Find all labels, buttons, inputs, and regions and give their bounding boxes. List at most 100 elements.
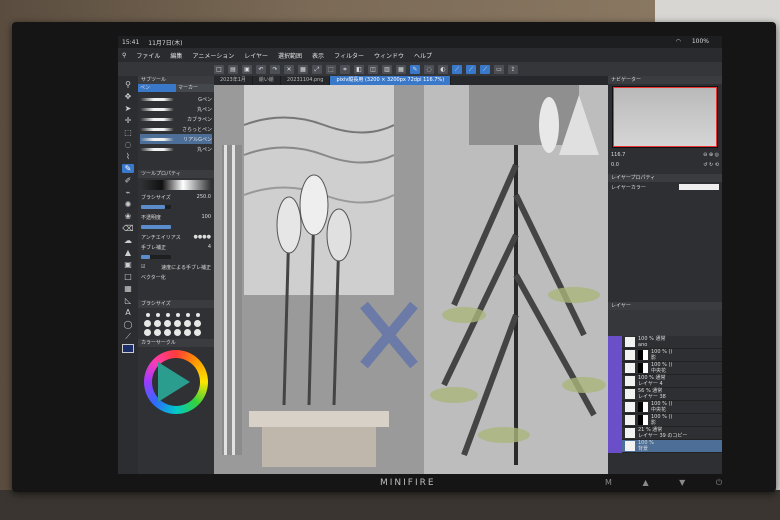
main-color-swatch[interactable] (122, 344, 134, 353)
redo-icon[interactable]: ↷ (270, 64, 280, 74)
navigator-zoom-row[interactable]: 116.7 ⊖ ⊕ ◎ (608, 150, 722, 160)
brush-item[interactable]: 丸ペン (140, 144, 212, 154)
stabilize-row[interactable]: 手ブレ補正 4 (138, 242, 214, 252)
size-preset[interactable] (175, 312, 180, 317)
correct-line-tool-icon[interactable]: ⟋ (122, 332, 134, 341)
color-mode-icon[interactable]: ◐ (438, 64, 448, 74)
antialias-row[interactable]: アンチエイリアス ●●●● (138, 232, 214, 242)
doc-tab[interactable]: 20231104.png (281, 76, 331, 85)
fill-icon[interactable]: ▦ (298, 64, 308, 74)
panel-toggle-icon[interactable]: ▭ (494, 64, 504, 74)
menu-help[interactable]: ヘルプ (414, 51, 432, 60)
brush-size-slider[interactable] (141, 205, 171, 209)
brush-size-slider-row[interactable] (138, 202, 214, 212)
opacity-slider[interactable] (141, 225, 171, 229)
layer-visibility[interactable] (608, 413, 622, 427)
stabilize-slider-row[interactable] (138, 252, 214, 262)
size-preset[interactable] (195, 312, 200, 317)
speed-stabilize-checkbox[interactable]: ☑ (141, 264, 145, 270)
size-preset[interactable] (184, 320, 191, 327)
size-preset[interactable] (184, 329, 191, 336)
size-preset[interactable] (155, 312, 160, 317)
frame-tool-icon[interactable]: ▦ (122, 284, 134, 293)
layer-row[interactable]: 56 % 通常 レイヤー 38 (608, 387, 722, 401)
menu-view[interactable]: 表示 (312, 51, 324, 60)
layer-visibility[interactable] (608, 374, 622, 388)
text-tool-icon[interactable]: A (122, 308, 134, 317)
figure-tool-icon[interactable]: □ (122, 272, 134, 281)
new-file-icon[interactable]: □ (214, 64, 224, 74)
ruler-tool-icon[interactable]: ◺ (122, 296, 134, 305)
doc-tab[interactable]: 絵い絵 (253, 76, 281, 85)
tab-marker[interactable]: マーカー (176, 84, 214, 92)
layer-visibility[interactable] (608, 426, 622, 440)
size-preset[interactable] (185, 312, 190, 317)
layer-visibility[interactable] (608, 361, 622, 375)
layer-visibility[interactable] (608, 439, 622, 453)
monitor-buttons[interactable]: M ▲ ▼ ⏻ (605, 478, 736, 488)
layer-visibility[interactable] (608, 387, 622, 401)
size-preset[interactable] (194, 320, 201, 327)
size-preset[interactable] (144, 329, 151, 336)
stroke-curve-icon[interactable]: ⟋ (466, 64, 476, 74)
selection-tool-icon[interactable]: ⬚ (122, 128, 134, 137)
layer-row[interactable]: 21 % 通常 レイヤー 39 のコピー (608, 426, 722, 440)
layer-row[interactable]: 100 % () 中央花 (608, 400, 722, 414)
navigator-angle-row[interactable]: 0.0 ↺ ↻ ⟲ (608, 160, 722, 170)
menu-file[interactable]: ファイル (136, 51, 160, 60)
clear-icon[interactable]: ✕ (284, 64, 294, 74)
menu-layer[interactable]: レイヤー (244, 51, 268, 60)
deselect-icon[interactable]: ⬚ (326, 64, 336, 74)
decoration-tool-icon[interactable]: ❀ (122, 212, 134, 221)
pen-mode-icon[interactable]: ✎ (410, 64, 420, 74)
eraser-mode-icon[interactable]: ◌ (424, 64, 434, 74)
size-preset[interactable] (164, 329, 171, 336)
doc-tab[interactable]: 2023年1月 (214, 76, 253, 85)
snap-icon[interactable]: ◫ (368, 64, 378, 74)
move-tool-icon[interactable]: ✥ (122, 92, 134, 101)
brush-size-row[interactable]: ブラシサイズ 250.0 (138, 192, 214, 202)
gradient-tool-icon[interactable]: ▣ (122, 260, 134, 269)
tab-pen[interactable]: ペン (138, 84, 176, 92)
size-preset[interactable] (154, 329, 161, 336)
transform-icon[interactable]: ⤢ (312, 64, 322, 74)
layer-move-icon[interactable]: ✛ (122, 116, 134, 125)
pencil-tool-icon[interactable]: ✐ (122, 176, 134, 185)
size-preset[interactable] (154, 320, 161, 327)
invert-icon[interactable]: ◧ (354, 64, 364, 74)
rotate-controls-icon[interactable]: ↺ ↻ ⟲ (703, 162, 719, 168)
size-preset[interactable] (145, 312, 150, 317)
layer-visibility[interactable] (608, 335, 622, 349)
color-wheel[interactable] (144, 350, 208, 414)
save-icon[interactable]: ▣ (242, 64, 252, 74)
lasso-tool-icon[interactable]: ◌ (122, 140, 134, 149)
brush-item[interactable]: 丸ペン (140, 104, 212, 114)
menu-edit[interactable]: 編集 (170, 51, 182, 60)
layer-row[interactable]: 100 % 通常 ano (608, 335, 722, 349)
menu-animation[interactable]: アニメーション (192, 51, 234, 60)
doc-tab-active[interactable]: pixiv縦長用 (3200 × 3200px 72dpi 116.7%) (330, 76, 452, 85)
zoom-tool-icon[interactable]: ⚲ (122, 80, 134, 89)
layer-color-swatch[interactable] (679, 184, 719, 190)
navigator-thumbnail[interactable] (612, 86, 718, 148)
stroke-polyline-icon[interactable]: ⟋ (480, 64, 490, 74)
stabilize-slider[interactable] (141, 255, 171, 259)
brush-tool-icon[interactable]: ⌁ (122, 188, 134, 197)
zoom-controls-icon[interactable]: ⊖ ⊕ ◎ (703, 152, 719, 158)
size-preset[interactable] (174, 329, 181, 336)
eyedropper-icon[interactable]: ⌇ (122, 152, 134, 161)
airbrush-tool-icon[interactable]: ✺ (122, 200, 134, 209)
export-icon[interactable]: ⇪ (508, 64, 518, 74)
navigator-viewport[interactable] (613, 87, 717, 147)
brush-item[interactable]: Gペン (140, 94, 212, 104)
menu-selection[interactable]: 選択範囲 (278, 51, 302, 60)
speed-stabilize-row[interactable]: ☑ 速度による手ブレ補正 (138, 262, 214, 272)
open-file-icon[interactable]: ▤ (228, 64, 238, 74)
blend-tool-icon[interactable]: ☁ (122, 236, 134, 245)
brush-item[interactable]: カブラペン (140, 114, 212, 124)
antialias-options-icon[interactable]: ●●●● (194, 234, 211, 240)
brush-item[interactable]: さらっとペン (140, 124, 212, 134)
ruler-icon[interactable]: ▥ (382, 64, 392, 74)
operation-tool-icon[interactable]: ➤ (122, 104, 134, 113)
size-preset[interactable] (144, 320, 151, 327)
